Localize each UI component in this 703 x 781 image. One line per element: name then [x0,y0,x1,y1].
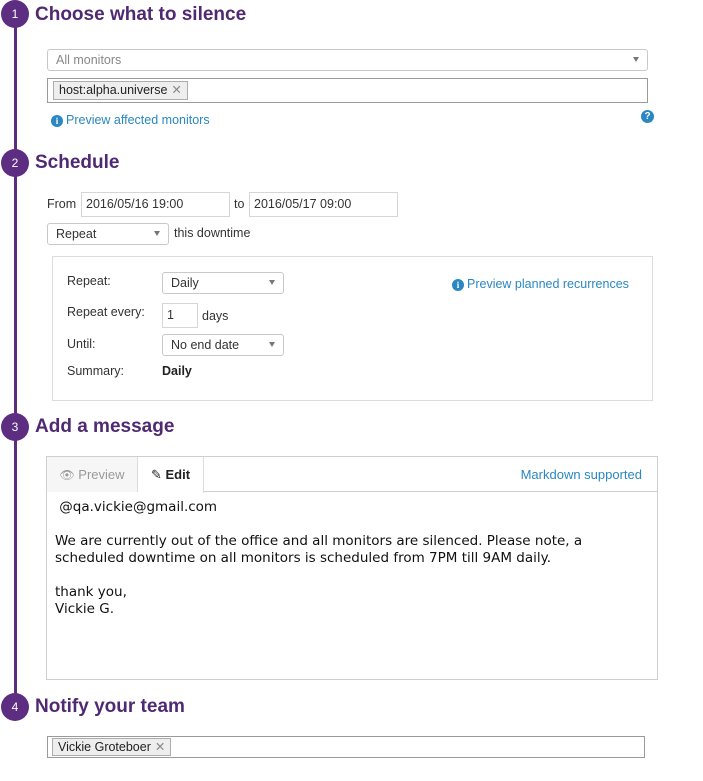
caret-down-icon [154,231,160,236]
preview-planned-recurrences-link[interactable]: i Preview planned recurrences [452,277,629,291]
recipient-tag-label: Vickie Groteboer [58,740,151,754]
caret-down-icon [269,342,275,347]
repeat-every-input[interactable]: 1 [162,303,198,328]
step-3-number: 3 [1,413,29,441]
step-3-title: Add a message [35,416,175,437]
step-1-number: 1 [1,0,29,28]
preview-affected-monitors-label: Preview affected monitors [66,113,210,127]
repeat-every-label: Repeat every: [67,305,145,319]
tab-preview-label: Preview [78,467,125,482]
message-textarea[interactable]: @qa.vickie@gmail.com We are currently ou… [55,499,645,618]
eye-icon: 👁 [59,468,75,482]
until-select[interactable]: No end date [162,334,284,356]
recipient-tag: Vickie Groteboer ✕ [52,738,172,756]
message-editor: 👁 Preview ✎ Edit Markdown supported @qa.… [46,456,658,680]
schedule-mode-value: Repeat [56,227,97,241]
caret-down-icon [269,280,275,285]
step-4-title: Notify your team [35,696,185,717]
pencil-square-icon: ✎ [150,467,162,482]
schedule-mode-suffix: this downtime [174,226,251,240]
from-datetime-input[interactable]: 2016/05/16 19:00 [81,192,230,217]
monitor-select-value: All monitors [56,53,122,67]
until-value: No end date [171,338,240,352]
recurrence-panel: Repeat: Daily Repeat every: 1 days Until… [52,256,653,401]
step-2-number: 2 [1,149,29,177]
from-datetime-value: 2016/05/16 19:00 [86,197,184,211]
repeat-frequency-select[interactable]: Daily [162,272,284,294]
steps-rail [14,14,17,710]
scope-tag: host:alpha.universe ✕ [53,81,188,100]
step-1-title: Choose what to silence [35,4,247,25]
close-icon[interactable]: ✕ [155,740,165,754]
monitor-select[interactable]: All monitors [47,49,648,71]
to-datetime-value: 2016/05/17 09:00 [254,197,352,211]
step-4-number: 4 [1,693,29,721]
close-icon[interactable]: ✕ [171,83,181,97]
notify-recipients-input[interactable]: Vickie Groteboer ✕ [47,736,645,758]
markdown-supported-link[interactable]: Markdown supported [521,457,642,492]
summary-value: Daily [162,364,192,378]
info-circle-icon: i [452,279,464,291]
schedule-mode-select[interactable]: Repeat [47,223,169,245]
preview-affected-monitors-link[interactable]: i Preview affected monitors [51,113,210,127]
tab-edit[interactable]: ✎ Edit [138,457,204,493]
editor-toolbar: 👁 Preview ✎ Edit Markdown supported [47,457,657,493]
step-2-title: Schedule [35,152,120,173]
repeat-label: Repeat: [67,274,111,288]
scope-tag-label: host:alpha.universe [59,83,168,97]
repeat-frequency-value: Daily [171,276,199,290]
caret-down-icon [633,57,639,62]
info-circle-icon: i [51,115,63,127]
scope-tags-input[interactable]: host:alpha.universe ✕ [47,78,648,103]
until-label: Until: [67,337,96,351]
repeat-every-unit: days [202,309,229,323]
tab-edit-label: Edit [165,467,191,482]
tab-preview[interactable]: 👁 Preview [47,457,138,492]
to-datetime-input[interactable]: 2016/05/17 09:00 [249,192,398,217]
preview-planned-recurrences-label: Preview planned recurrences [467,277,629,291]
summary-label: Summary: [67,364,124,378]
question-circle-icon[interactable]: ? [641,110,654,123]
from-label: From [47,197,77,211]
to-label: to [234,197,245,211]
repeat-every-value: 1 [167,308,174,322]
